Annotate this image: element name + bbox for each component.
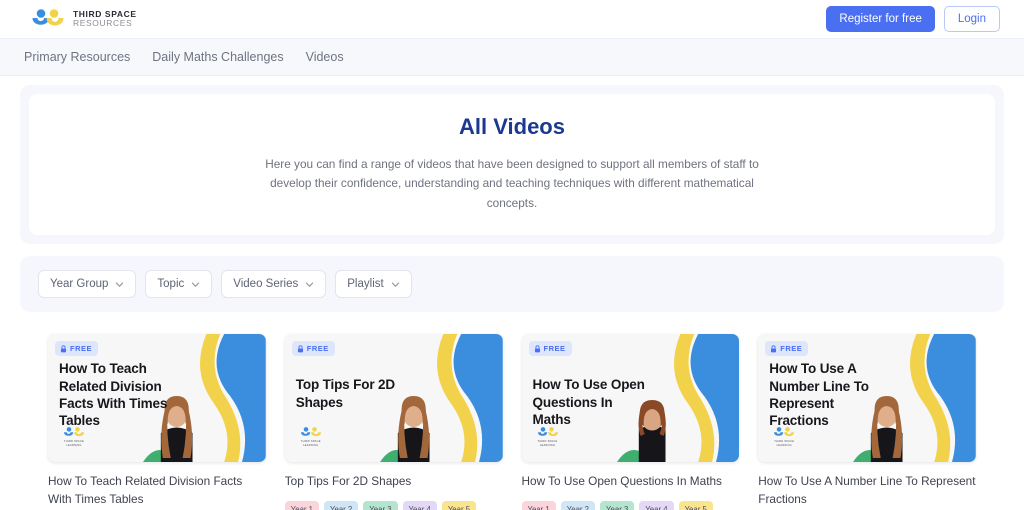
thumbnail-title: How To Use A Number Line To Represent Fr… [769, 361, 869, 429]
lock-icon [771, 345, 777, 353]
chevron-down-icon [391, 282, 399, 287]
video-card-title[interactable]: How To Use Open Questions In Maths [522, 473, 740, 491]
video-card[interactable]: FREE How To Teach Related Division Facts… [48, 334, 266, 510]
third-space-learning-logo-icon [537, 426, 558, 436]
logo-wordmark: THIRD SPACE RESOURCES [73, 10, 137, 28]
nav-item-videos[interactable]: Videos [306, 50, 344, 64]
thumbnail-logo-line-1: THIRD SPACE [64, 439, 84, 443]
login-button[interactable]: Login [943, 6, 1000, 32]
page-description: Here you can find a range of videos that… [265, 157, 759, 210]
free-badge: FREE [291, 341, 335, 357]
filter-bar: Year Group Topic Video Series Playlist [20, 256, 1004, 313]
page-title: All Videos [459, 114, 565, 139]
register-for-free-button[interactable]: Register for free [826, 6, 935, 32]
free-badge-label: FREE [70, 344, 93, 354]
thumbnail-title: How To Teach Related Division Facts With… [59, 361, 168, 429]
video-thumbnail[interactable]: FREE How To Use Open Questions In Maths … [521, 334, 740, 463]
video-card-title[interactable]: How To Use A Number Line To Represent Fr… [758, 473, 976, 509]
site-logo[interactable]: THIRD SPACE RESOURCES [30, 7, 137, 31]
thumbnail-logo-line-2: LEARNING [776, 444, 792, 448]
video-card-tags: Year 1Year 2Year 3Year 4Year 5Year 6 [521, 501, 740, 510]
year-tag[interactable]: Year 3 [600, 501, 635, 510]
thumbnail-logo-line-1: THIRD SPACE [774, 439, 795, 443]
third-space-learning-logo-icon [774, 426, 795, 436]
filter-playlist-label: Playlist [347, 278, 384, 291]
year-tag[interactable]: Year 1 [521, 501, 556, 510]
nav-item-primary-resources[interactable]: Primary Resources [24, 50, 130, 64]
logo-line-2: RESOURCES [73, 18, 133, 28]
filter-video-series[interactable]: Video Series [221, 270, 327, 299]
thumbnail-logo-line-1: THIRD SPACE [537, 439, 558, 443]
year-tag[interactable]: Year 4 [639, 501, 674, 510]
filter-year-group-label: Year Group [50, 278, 109, 291]
free-badge-label: FREE [306, 344, 329, 354]
thumbnail-logo-line-1: THIRD SPACE [300, 439, 321, 443]
filter-playlist[interactable]: Playlist [335, 270, 412, 299]
filter-video-series-label: Video Series [233, 278, 299, 291]
video-card[interactable]: FREE Top Tips For 2D Shapes THIRD SPACE … [284, 334, 503, 510]
free-badge-label: FREE [780, 344, 803, 354]
video-thumbnail[interactable]: FREE How To Teach Related Division Facts… [48, 334, 266, 463]
year-tag[interactable]: Year 5 [678, 501, 713, 510]
thumbnail-brand-logo: THIRD SPACE LEARNING [59, 426, 89, 449]
video-card[interactable]: FREE How To Use A Number Line To Represe… [758, 334, 976, 510]
year-tag[interactable]: Year 2 [324, 501, 359, 510]
free-badge: FREE [765, 341, 809, 357]
filter-topic-label: Topic [157, 278, 185, 291]
filter-year-group[interactable]: Year Group [38, 270, 137, 299]
video-card-tags: Year 1 Year 2 Year 3 Year 4 Year 5 [284, 501, 503, 510]
video-card-title[interactable]: How To Teach Related Division Facts With… [48, 473, 266, 509]
chevron-down-icon [116, 282, 124, 287]
video-card-grid: FREE How To Teach Related Division Facts… [0, 312, 1024, 510]
third-space-learning-logo-icon [64, 426, 84, 436]
lock-icon [297, 345, 303, 353]
year-tag[interactable]: Year 5 [441, 501, 477, 510]
lock-icon [534, 345, 540, 353]
video-thumbnail[interactable]: FREE Top Tips For 2D Shapes THIRD SPACE … [284, 334, 503, 463]
hero-card: All Videos Here you can find a range of … [29, 94, 995, 236]
thumbnail-brand-logo: THIRD SPACE LEARNING [296, 426, 326, 449]
year-tag[interactable]: Year 2 [560, 501, 596, 510]
auth-actions: Register for free Login [826, 6, 1000, 32]
top-header-bar: THIRD SPACE RESOURCES Register for free … [0, 0, 1024, 38]
video-thumbnail[interactable]: FREE How To Use A Number Line To Represe… [758, 334, 976, 463]
year-tag[interactable]: Year 3 [363, 501, 398, 510]
year-tag[interactable]: Year 4 [402, 501, 437, 510]
lock-icon [60, 345, 67, 353]
third-space-logo-icon [32, 9, 64, 26]
free-badge-label: FREE [543, 344, 566, 354]
chevron-down-icon [306, 282, 314, 287]
video-card-title[interactable]: Top Tips For 2D Shapes [285, 473, 503, 491]
main-navigation: Primary Resources Daily Maths Challenges… [0, 38, 1024, 76]
video-card[interactable]: FREE How To Use Open Questions In Maths … [521, 334, 740, 510]
free-badge: FREE [55, 341, 99, 357]
filter-topic[interactable]: Topic [145, 270, 213, 299]
nav-item-daily-maths-challenges[interactable]: Daily Maths Challenges [152, 50, 283, 64]
thumbnail-brand-logo: THIRD SPACE LEARNING [533, 426, 563, 449]
thumbnail-logo-line-2: LEARNING [539, 444, 556, 448]
thumbnail-brand-logo: THIRD SPACE LEARNING [769, 426, 799, 449]
page-body: All Videos Here you can find a range of … [0, 85, 1024, 510]
free-badge: FREE [528, 341, 572, 357]
chevron-down-icon [192, 282, 200, 287]
third-space-learning-logo-icon [300, 426, 321, 436]
thumbnail-logo-line-2: LEARNING [66, 444, 82, 448]
thumbnail-logo-line-2: LEARNING [303, 444, 319, 448]
thumbnail-title: How To Use Open Questions In Maths [532, 377, 645, 427]
year-tag[interactable]: Year 1 [284, 501, 320, 510]
thumbnail-title: Top Tips For 2D Shapes [295, 377, 396, 410]
hero-band: All Videos Here you can find a range of … [20, 85, 1004, 245]
